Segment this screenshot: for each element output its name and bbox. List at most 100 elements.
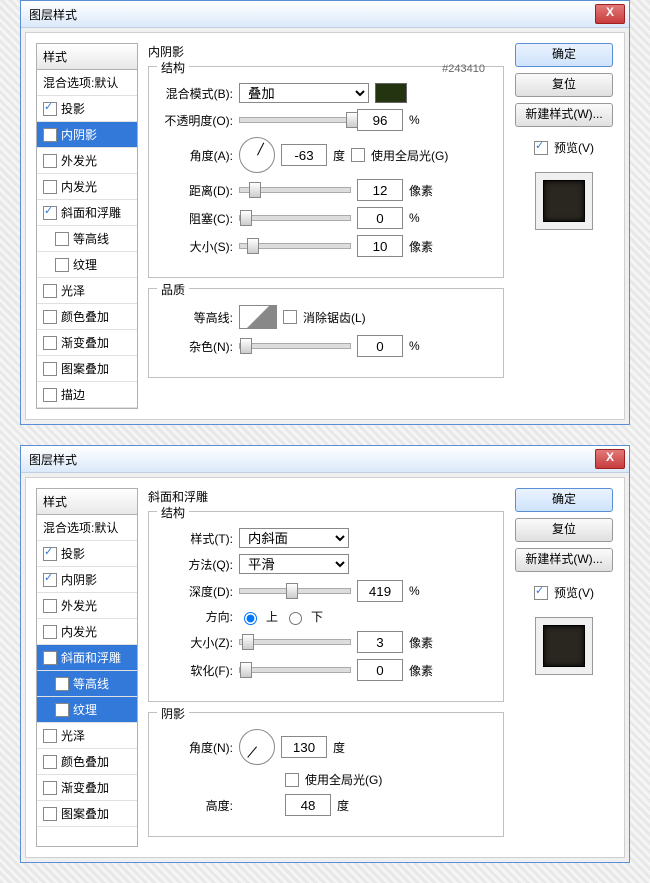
- size-slider[interactable]: [239, 639, 351, 645]
- style-checkbox[interactable]: [43, 781, 57, 795]
- direction-up-radio[interactable]: [244, 612, 257, 625]
- style-item[interactable]: 图案叠加: [37, 356, 137, 382]
- style-checkbox[interactable]: [55, 703, 69, 717]
- angle-input[interactable]: [281, 144, 327, 166]
- direction-down-radio[interactable]: [289, 612, 302, 625]
- style-item[interactable]: 内发光: [37, 174, 137, 200]
- style-label: 颜色叠加: [61, 753, 109, 770]
- bevel-style-select[interactable]: 内斜面: [239, 528, 349, 548]
- blend-options-row[interactable]: 混合选项:默认: [37, 515, 137, 541]
- antialias-checkbox[interactable]: [283, 310, 297, 324]
- style-checkbox[interactable]: [43, 729, 57, 743]
- panel-title: 斜面和浮雕: [148, 488, 504, 505]
- size-slider[interactable]: [239, 243, 351, 249]
- style-checkbox[interactable]: [43, 547, 57, 561]
- technique-select[interactable]: 平滑: [239, 554, 349, 574]
- close-button[interactable]: X: [595, 4, 625, 24]
- style-checkbox[interactable]: [43, 362, 57, 376]
- style-item[interactable]: 纹理: [37, 252, 137, 278]
- style-checkbox[interactable]: [43, 388, 57, 402]
- soften-input[interactable]: [357, 659, 403, 681]
- style-checkbox[interactable]: [55, 232, 69, 246]
- style-item[interactable]: 光泽: [37, 723, 137, 749]
- style-item[interactable]: 投影: [37, 96, 137, 122]
- ok-button[interactable]: 确定: [515, 488, 613, 512]
- style-label: 等高线: [73, 675, 109, 692]
- style-item[interactable]: 图案叠加: [37, 801, 137, 827]
- new-style-button[interactable]: 新建样式(W)...: [515, 548, 613, 572]
- style-item[interactable]: 渐变叠加: [37, 330, 137, 356]
- noise-slider[interactable]: [239, 343, 351, 349]
- reset-button[interactable]: 复位: [515, 518, 613, 542]
- close-button[interactable]: X: [595, 449, 625, 469]
- style-checkbox[interactable]: [43, 310, 57, 324]
- style-item[interactable]: 光泽: [37, 278, 137, 304]
- style-label: 纹理: [73, 701, 97, 718]
- style-item[interactable]: 内阴影: [37, 122, 137, 148]
- contour-picker[interactable]: [239, 305, 277, 329]
- distance-input[interactable]: [357, 179, 403, 201]
- style-checkbox[interactable]: [43, 102, 57, 116]
- style-item[interactable]: 颜色叠加: [37, 304, 137, 330]
- style-item[interactable]: 投影: [37, 541, 137, 567]
- angle-dial[interactable]: [239, 137, 275, 173]
- global-light-checkbox[interactable]: [351, 148, 365, 162]
- reset-button[interactable]: 复位: [515, 73, 613, 97]
- depth-input[interactable]: [357, 580, 403, 602]
- style-checkbox[interactable]: [43, 807, 57, 821]
- style-item[interactable]: 内发光: [37, 619, 137, 645]
- style-item[interactable]: 描边: [37, 382, 137, 408]
- style-checkbox[interactable]: [43, 651, 57, 665]
- preview-box: [535, 617, 593, 675]
- style-checkbox[interactable]: [43, 573, 57, 587]
- style-checkbox[interactable]: [43, 625, 57, 639]
- style-label: 等高线: [73, 230, 109, 247]
- depth-slider[interactable]: [239, 588, 351, 594]
- style-item[interactable]: 斜面和浮雕: [37, 200, 137, 226]
- style-item[interactable]: 渐变叠加: [37, 775, 137, 801]
- size-input[interactable]: [357, 235, 403, 257]
- angle-dial[interactable]: [239, 729, 275, 765]
- style-item[interactable]: 颜色叠加: [37, 749, 137, 775]
- style-label: 图案叠加: [61, 805, 109, 822]
- style-item[interactable]: 纹理: [37, 697, 137, 723]
- style-label: 描边: [61, 386, 85, 403]
- choke-slider[interactable]: [239, 215, 351, 221]
- style-checkbox[interactable]: [43, 284, 57, 298]
- size-input[interactable]: [357, 631, 403, 653]
- blend-options-row[interactable]: 混合选项:默认: [37, 70, 137, 96]
- style-checkbox[interactable]: [43, 206, 57, 220]
- distance-slider[interactable]: [239, 187, 351, 193]
- style-label: 外发光: [61, 597, 97, 614]
- style-item[interactable]: 外发光: [37, 148, 137, 174]
- panel-title: 内阴影: [148, 43, 504, 60]
- soften-slider[interactable]: [239, 667, 351, 673]
- style-checkbox[interactable]: [43, 755, 57, 769]
- layer-style-dialog-1: 图层样式 X 样式 混合选项:默认 投影内阴影外发光内发光斜面和浮雕等高线纹理光…: [20, 0, 630, 425]
- preview-checkbox[interactable]: [534, 586, 548, 600]
- blend-mode-select[interactable]: 叠加: [239, 83, 369, 103]
- opacity-input[interactable]: [357, 109, 403, 131]
- style-checkbox[interactable]: [43, 180, 57, 194]
- style-item[interactable]: 内阴影: [37, 567, 137, 593]
- style-item[interactable]: 外发光: [37, 593, 137, 619]
- ok-button[interactable]: 确定: [515, 43, 613, 67]
- color-swatch[interactable]: [375, 83, 407, 103]
- style-checkbox[interactable]: [43, 599, 57, 613]
- choke-input[interactable]: [357, 207, 403, 229]
- new-style-button[interactable]: 新建样式(W)...: [515, 103, 613, 127]
- altitude-input[interactable]: [285, 794, 331, 816]
- style-checkbox[interactable]: [43, 128, 57, 142]
- preview-checkbox[interactable]: [534, 141, 548, 155]
- global-light-checkbox[interactable]: [285, 773, 299, 787]
- style-checkbox[interactable]: [43, 336, 57, 350]
- noise-input[interactable]: [357, 335, 403, 357]
- style-item[interactable]: 等高线: [37, 226, 137, 252]
- style-item[interactable]: 斜面和浮雕: [37, 645, 137, 671]
- style-checkbox[interactable]: [55, 677, 69, 691]
- angle-input[interactable]: [281, 736, 327, 758]
- opacity-slider[interactable]: [239, 117, 351, 123]
- style-checkbox[interactable]: [55, 258, 69, 272]
- style-checkbox[interactable]: [43, 154, 57, 168]
- style-item[interactable]: 等高线: [37, 671, 137, 697]
